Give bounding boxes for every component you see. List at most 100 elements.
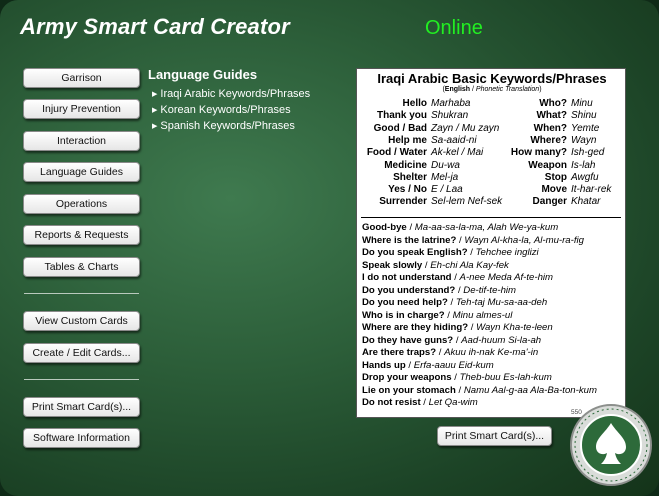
phrase-english: Do they have guns? [362,334,454,346]
keyword-phonetic: Zayn / Mu zayn [431,122,500,134]
keyword-phonetic: Ish-ged [571,147,605,159]
nav-button-tables-charts[interactable]: Tables & Charts [23,257,140,277]
keyword-english: Shelter [393,171,427,183]
phrase-separator: / [420,397,429,408]
keyword-phonetic: Sa-aaid-ni [431,134,477,146]
keyword-english: Good / Bad [373,122,427,134]
keyword-english: Move [541,184,567,196]
keyword-english: Medicine [384,159,427,171]
phrase-phonetic: Akuu ih-nak Ke-ma'-in [444,347,539,358]
guide-link-label: Korean Keywords/Phrases [160,104,291,116]
card-title: Iraqi Arabic Basic Keywords/Phrases [377,71,607,86]
guide-link-korean[interactable]: ▶ Korean Keywords/Phrases [152,104,291,116]
phrase-phonetic: Wayn Al-kha-la, Al-mu-ra-fig [464,234,584,246]
phrase-phonetic: Wayn Kha-te-leen [476,322,553,333]
keyword-phonetic: Ak-kel / Mai [431,147,484,159]
keyword-english: How many? [510,147,567,159]
connection-status: Online [425,17,483,39]
guide-link-iraqi-arabic[interactable]: ▶ Iraqi Arabic Keywords/Phrases [152,88,310,100]
view-custom-cards-button[interactable]: View Custom Cards [23,311,140,331]
phrase-line: Where is the latrine? / Wayn Al-kha-la, … [362,235,584,247]
phrase-english: Who is in charge? [362,309,445,321]
phrase-separator: / [405,359,414,371]
phrase-separator: / [406,222,415,233]
keyword-english: Danger [532,196,567,208]
keyword-phonetic: Du-wa [431,159,460,171]
phrase-phonetic: Ma-aa-sa-la-ma, Alah We-ya-kum [414,222,559,233]
keyword-phonetic: Marhaba [431,98,471,109]
keyword-phonetic: Khatar [571,196,601,208]
nav-button-operations[interactable]: Operations [23,194,140,214]
phrase-english: Are there traps? [362,347,437,358]
phrase-line: I do not understand / A-nee Meda Af-te-h… [362,272,553,284]
phrase-line: Drop your weapons / Theb-buu Es-lah-kum [362,372,552,384]
guide-link-spanish[interactable]: ▶ Spanish Keywords/Phrases [152,120,295,132]
guide-link-label: Iraqi Arabic Keywords/Phrases [160,88,311,100]
nav-button-interaction[interactable]: Interaction [23,131,140,151]
phrase-phonetic: Minu almes-ul [452,309,513,321]
keyword-english: Hello [402,98,427,109]
phrase-line: Do you speak English? / Tehchee inglizi [362,247,539,259]
create-edit-cards-button[interactable]: Create / Edit Cards... [23,343,140,363]
phrase-english: Lie on your stomach [362,384,456,396]
phrase-separator: / [447,297,456,308]
phrase-line: Do not resist / Let Qa-wim [362,397,478,409]
phrase-english: Where is the latrine? [362,234,457,246]
phrase-line: Where are they hiding? / Wayn Kha-te-lee… [362,322,553,334]
phrase-separator: / [455,384,464,396]
phrase-phonetic: Eh-chi Ala Kay-fek [430,259,509,271]
phrase-line: Lie on your stomach / Namu Aal-g-aa Ala-… [362,385,597,397]
app-window: Army Smart Card Creator Online Garrison … [0,0,659,496]
triangle-right-icon: ▶ [152,123,158,130]
keyword-english: Who? [539,98,567,109]
keyword-english: Stop [544,171,567,183]
nav-button-language-guides[interactable]: Language Guides [23,162,140,182]
phrase-english: Drop your weapons [362,372,452,383]
phrase-english: Good-bye [362,222,407,233]
phrase-line: Hands up / Erfa-aauu Eid-kum [362,360,494,372]
keyword-phonetic: Mel-ja [431,171,459,183]
phrase-phonetic: Aad-huum Si-la-ah [461,334,542,346]
keyword-english: Thank you [376,110,427,122]
keyword-phonetic: Is-lah [571,159,596,171]
keyword-phonetic: It-har-rek [571,184,612,196]
phrase-english: Do you understand? [362,284,456,296]
app-title: Army Smart Card Creator [20,14,290,39]
phrase-phonetic: Tehchee inglizi [475,247,539,258]
phrase-phonetic: Teh-taj Mu-sa-aa-deh [455,297,548,308]
card-subtitle-english: English [444,86,471,93]
phrase-phonetic: De-tif-te-him [463,284,517,296]
phrase-phonetic: A-nee Meda Af-te-him [459,272,554,283]
phrase-separator: / [468,322,477,333]
ace-spade-seal-icon [570,404,652,486]
phrase-line: Do you need help? / Teh-taj Mu-sa-aa-deh [362,297,547,309]
phrase-english: Do you need help? [362,297,448,308]
phrase-english: Where are they hiding? [362,322,469,333]
card-divider [361,217,621,218]
phrase-line: Do they have guns? / Aad-huum Si-la-ah [362,335,541,347]
smart-card-preview: Iraqi Arabic Basic Keywords/Phrases (Eng… [356,68,626,418]
print-smart-cards-button[interactable]: Print Smart Card(s)... [437,426,552,446]
phrase-separator: / [436,347,445,358]
nav-button-injury-prevention[interactable]: Injury Prevention [23,99,140,119]
nav-button-reports-requests[interactable]: Reports & Requests [23,225,140,245]
phrase-line: Do you understand? / De-tif-te-him [362,285,516,297]
phrase-separator: / [451,372,460,383]
triangle-right-icon: ▶ [152,91,158,98]
print-smart-cards-nav-button[interactable]: Print Smart Card(s)... [23,397,140,417]
triangle-right-icon: ▶ [152,107,158,114]
keyword-english: What? [536,110,567,122]
nav-button-garrison[interactable]: Garrison [23,68,140,88]
keyword-english: Where? [530,134,567,146]
phrase-phonetic: Erfa-aauu Eid-kum [413,359,494,371]
phrase-line: Speak slowly / Eh-chi Ala Kay-fek [362,260,509,272]
keyword-phonetic: Awgfu [571,171,599,183]
phrase-english: Do not resist [362,397,421,408]
phrase-phonetic: Namu Aal-g-aa Ala-Ba-ton-kum [463,384,597,396]
phrase-english: Speak slowly [362,259,423,271]
nav-divider [24,379,139,380]
software-information-button[interactable]: Software Information [23,428,140,448]
keyword-english: Yes / No [388,184,427,196]
keyword-phonetic: E / Laa [431,184,463,196]
phrase-english: Hands up [362,359,406,371]
